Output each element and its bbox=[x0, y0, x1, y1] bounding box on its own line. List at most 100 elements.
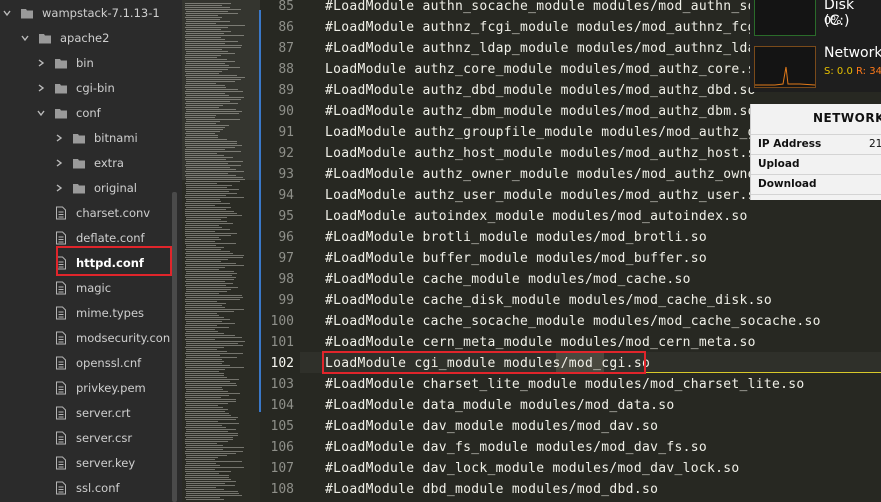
tree-folder[interactable]: bin bbox=[36, 50, 94, 75]
tree-file[interactable]: privkey.pem bbox=[54, 375, 146, 400]
tree-file[interactable]: server.csr bbox=[54, 425, 132, 450]
code-line[interactable]: #LoadModule authnz_fcgi_module modules/m… bbox=[325, 17, 788, 38]
tree-file[interactable]: magic bbox=[54, 275, 111, 300]
file-icon bbox=[54, 231, 68, 245]
code-line[interactable]: #LoadModule cache_module modules/mod_cac… bbox=[325, 269, 691, 290]
file-icon bbox=[54, 331, 68, 345]
tree-folder[interactable]: original bbox=[54, 175, 137, 200]
code-line[interactable]: #LoadModule authz_owner_module modules/m… bbox=[325, 164, 788, 185]
line-number: 92 bbox=[278, 146, 294, 161]
divider bbox=[751, 134, 881, 135]
tree-file[interactable]: modsecurity.con bbox=[54, 325, 170, 350]
minimap-viewport[interactable] bbox=[182, 0, 260, 180]
tree-item-label: ssl.conf bbox=[76, 480, 120, 495]
code-line[interactable]: LoadModule autoindex_module modules/mod_… bbox=[325, 206, 748, 227]
line-number: 98 bbox=[278, 272, 294, 287]
line-number: 99 bbox=[278, 293, 294, 308]
code-line[interactable]: #LoadModule cache_disk_module modules/mo… bbox=[325, 290, 772, 311]
code-line[interactable]: #LoadModule cache_socache_module modules… bbox=[325, 311, 821, 332]
line-number: 103 bbox=[270, 377, 294, 392]
code-line[interactable]: #LoadModule charset_lite_module modules/… bbox=[325, 374, 804, 395]
tree-folder[interactable]: extra bbox=[54, 150, 124, 175]
send-value: 0.0 bbox=[836, 66, 853, 77]
code-line[interactable]: #LoadModule dav_fs_module modules/mod_da… bbox=[325, 437, 707, 458]
folder-icon bbox=[72, 156, 86, 170]
tree-item-label: server.crt bbox=[76, 405, 131, 420]
line-number: 94 bbox=[278, 188, 294, 203]
tree-folder[interactable]: cgi-bin bbox=[36, 75, 115, 100]
code-line[interactable]: #LoadModule dbd_module modules/mod_dbd.s… bbox=[325, 479, 658, 500]
download-label: Download bbox=[758, 178, 817, 190]
tree-file[interactable]: ssl.conf bbox=[54, 475, 120, 500]
tree-file[interactable]: server.crt bbox=[54, 400, 131, 425]
network-info-panel: NETWORK IP Address 21 Upload Download bbox=[750, 104, 881, 200]
line-number: 85 bbox=[278, 0, 294, 14]
line-number: 86 bbox=[278, 20, 294, 35]
divider bbox=[751, 154, 881, 155]
code-line[interactable]: LoadModule authz_host_module modules/mod… bbox=[325, 143, 764, 164]
chevron-down-icon[interactable] bbox=[36, 108, 46, 118]
code-line[interactable]: LoadModule authz_core_module modules/mod… bbox=[325, 59, 764, 80]
recv-value: 34 bbox=[869, 66, 881, 77]
code-line[interactable]: #LoadModule dav_lock_module modules/mod_… bbox=[325, 458, 739, 479]
tree-file[interactable]: charset.conv bbox=[54, 200, 150, 225]
file-icon bbox=[54, 206, 68, 220]
tree-file[interactable]: mime.types bbox=[54, 300, 144, 325]
tree-folder[interactable]: bitnami bbox=[54, 125, 138, 150]
tree-item-label: charset.conv bbox=[76, 205, 151, 220]
line-number: 101 bbox=[270, 335, 294, 350]
send-label: S: bbox=[824, 66, 834, 77]
code-line[interactable]: #LoadModule authz_dbd_module modules/mod… bbox=[325, 80, 756, 101]
tree-item-label: original bbox=[94, 180, 137, 195]
chevron-right-icon[interactable] bbox=[54, 133, 64, 143]
code-line[interactable]: #LoadModule authz_dbm_module modules/mod… bbox=[325, 101, 756, 122]
code-line[interactable]: #LoadModule buffer_module modules/mod_bu… bbox=[325, 248, 707, 269]
line-number: 87 bbox=[278, 41, 294, 56]
upload-label: Upload bbox=[758, 158, 800, 170]
network-panel-title: NETWORK bbox=[813, 111, 881, 125]
tree-file[interactable]: openssl.cnf bbox=[54, 350, 141, 375]
tree-file[interactable]: server.key bbox=[54, 450, 135, 475]
tree-item-label: mime.types bbox=[76, 305, 145, 320]
line-number: 97 bbox=[278, 251, 294, 266]
tree-folder[interactable]: wampstack-7.1.13-1 bbox=[2, 0, 160, 25]
tree-item-label: openssl.cnf bbox=[76, 355, 142, 370]
code-highlight-box bbox=[322, 351, 646, 374]
line-number: 100 bbox=[270, 314, 294, 329]
sidebar-scrollbar[interactable] bbox=[172, 192, 177, 502]
line-number: 102 bbox=[270, 356, 294, 371]
tree-item-label: privkey.pem bbox=[76, 380, 146, 395]
line-number: 107 bbox=[270, 461, 294, 476]
code-line[interactable]: LoadModule authz_user_module modules/mod… bbox=[325, 185, 764, 206]
recv-label: R: bbox=[856, 66, 867, 77]
line-number: 89 bbox=[278, 83, 294, 98]
tree-item-label: extra bbox=[94, 155, 124, 170]
code-line[interactable]: #LoadModule dav_module modules/mod_dav.s… bbox=[325, 416, 658, 437]
chevron-down-icon[interactable] bbox=[20, 33, 30, 43]
network-graph bbox=[754, 46, 816, 88]
folder-icon bbox=[54, 81, 68, 95]
chevron-right-icon[interactable] bbox=[36, 58, 46, 68]
chevron-right-icon[interactable] bbox=[36, 83, 46, 93]
code-line[interactable]: #LoadModule data_module modules/mod_data… bbox=[325, 395, 674, 416]
tree-folder[interactable]: conf bbox=[36, 100, 101, 125]
chevron-right-icon[interactable] bbox=[54, 158, 64, 168]
code-minimap[interactable] bbox=[182, 0, 260, 502]
tree-item-label: modsecurity.con bbox=[76, 330, 171, 345]
tree-folder[interactable]: apache2 bbox=[20, 25, 109, 50]
code-line[interactable]: #LoadModule brotli_module modules/mod_br… bbox=[325, 227, 707, 248]
line-number: 104 bbox=[270, 398, 294, 413]
line-number: 105 bbox=[270, 419, 294, 434]
ip-address-value: 21 bbox=[869, 138, 881, 150]
chevron-down-icon[interactable] bbox=[2, 8, 12, 18]
chevron-right-icon[interactable] bbox=[54, 183, 64, 193]
code-line[interactable]: #LoadModule authnz_ldap_module modules/m… bbox=[325, 38, 788, 59]
cursor-marker bbox=[646, 372, 881, 373]
code-line[interactable]: #LoadModule cern_meta_module modules/mod… bbox=[325, 332, 756, 353]
tree-item-label: server.csr bbox=[76, 430, 133, 445]
file-icon bbox=[54, 306, 68, 320]
line-number: 106 bbox=[270, 440, 294, 455]
file-icon bbox=[54, 381, 68, 395]
code-line[interactable]: #LoadModule authn_socache_module modules… bbox=[325, 0, 821, 17]
tree-item-label: apache2 bbox=[60, 30, 110, 45]
